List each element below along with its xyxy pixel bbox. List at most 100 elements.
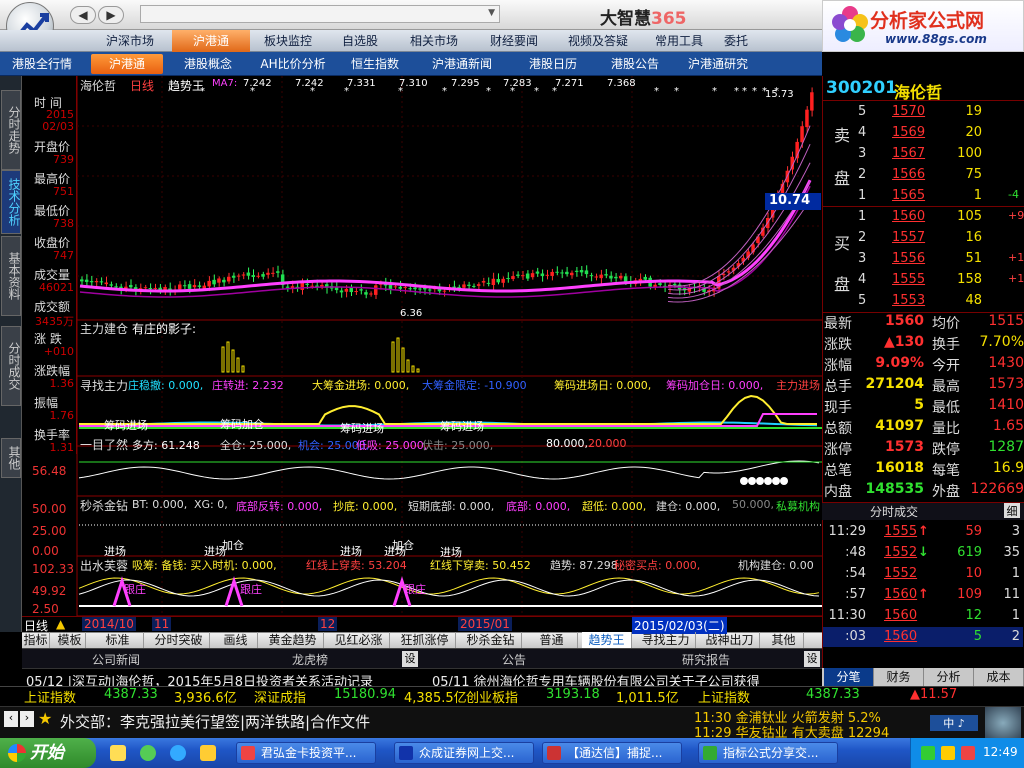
ask-price[interactable]: 1566 — [892, 167, 925, 182]
sub-tab[interactable]: 恒生指数 — [342, 54, 408, 74]
panel3-value: 庄转进: 2.232 — [212, 379, 284, 392]
tray-icon[interactable] — [921, 746, 935, 760]
main-tab[interactable]: 视频及答疑 — [554, 30, 642, 52]
news-settings-button-2[interactable]: 设 — [804, 651, 820, 667]
taskbar-item[interactable]: 君弘金卡投资平... — [236, 742, 376, 764]
news-ticker-text[interactable]: 外交部：李克强拉美行望签|两洋铁路|合作文件 — [60, 711, 370, 732]
tool-tab[interactable]: 寻找主力 — [636, 632, 696, 648]
tick-price[interactable]: 1552 — [884, 566, 917, 581]
candle-body — [202, 285, 206, 289]
back-button[interactable]: ◀ — [70, 6, 96, 24]
main-tab[interactable]: 常用工具 — [642, 30, 716, 52]
research-report-tab[interactable]: 研究报告 — [682, 651, 730, 668]
quicklaunch-icon[interactable] — [110, 745, 126, 761]
divider — [822, 206, 1024, 207]
quicklaunch-icon[interactable] — [170, 745, 186, 761]
candle-body — [619, 275, 623, 279]
main-tab[interactable]: 板块监控 — [250, 30, 326, 52]
tool-tab[interactable]: 标准 — [92, 632, 144, 648]
app-icon — [241, 746, 255, 760]
tool-tab[interactable]: 秒杀金钻 — [460, 632, 522, 648]
main-tab[interactable]: 委托 — [716, 30, 756, 52]
main-tab[interactable]: 财经要闻 — [474, 30, 554, 52]
quicklaunch-icon[interactable] — [200, 745, 216, 761]
main-tab[interactable]: 沪深市场 — [90, 30, 170, 52]
tool-tab[interactable]: 狂抓涨停 — [394, 632, 456, 648]
ask-price[interactable]: 1570 — [892, 104, 925, 119]
sub-tab[interactable]: 沪港通 — [91, 54, 163, 74]
news-settings-button[interactable]: 设 — [402, 651, 418, 667]
taskbar-item[interactable]: 指标公式分享交... — [698, 742, 838, 764]
side-tab[interactable]: 分时成交 — [1, 326, 21, 406]
tool-tab[interactable]: 战神出刀 — [700, 632, 760, 648]
quote-label: 涨跌 — [824, 337, 852, 353]
side-tab[interactable]: 其他 — [1, 438, 21, 478]
tool-tab[interactable]: 普通 — [526, 632, 578, 648]
sub-tab[interactable]: 港股日历 — [516, 54, 590, 74]
tick-price[interactable]: 1555 — [884, 524, 917, 539]
index-name[interactable]: 创业板指 — [466, 687, 518, 706]
tool-tab[interactable]: 指标 — [22, 632, 50, 648]
kline-chart[interactable]: * * * * * * * * * * * * * * * * * * — [22, 76, 822, 632]
side-tab[interactable]: 基本资料 — [1, 236, 21, 316]
side-tab[interactable]: 技术分析 — [1, 170, 21, 234]
right-tab[interactable]: 成本 — [974, 668, 1024, 686]
taskbar-item[interactable]: 【通达信】捕捉... — [542, 742, 682, 764]
tool-tab[interactable]: 画线 — [214, 632, 258, 648]
bid-price[interactable]: 1555 — [892, 272, 925, 287]
tick-price[interactable]: 1560 — [884, 587, 917, 602]
sub-tab[interactable]: 沪港通新闻 — [417, 54, 507, 74]
tick-price[interactable]: 1560 — [884, 629, 917, 644]
index-change: ▲11.57 — [910, 687, 958, 702]
dragon-tiger-tab[interactable]: 龙虎榜 — [292, 651, 328, 668]
ime-indicator[interactable]: 中 ♪ — [930, 715, 978, 731]
announcement-tab[interactable]: 公告 — [502, 651, 526, 668]
bid-price[interactable]: 1553 — [892, 293, 925, 308]
tool-tab[interactable]: 见红必涨 — [328, 632, 390, 648]
taskbar-item[interactable]: 众成证券网上交... — [394, 742, 534, 764]
tool-tab[interactable]: 模板 — [54, 632, 86, 648]
forward-button[interactable]: ▶ — [98, 6, 124, 24]
sub-tab[interactable]: 港股全行情 — [2, 54, 82, 74]
ticker-right-arrow-icon[interactable]: › — [20, 711, 34, 727]
ticker-left-arrow-icon[interactable]: ‹ — [4, 711, 18, 727]
tick-price[interactable]: 1552 — [884, 545, 917, 560]
ask-volume: 20 — [965, 125, 982, 140]
quicklaunch-icon[interactable] — [140, 745, 156, 761]
ask-price[interactable]: 1569 — [892, 125, 925, 140]
tray-icon[interactable] — [961, 746, 975, 760]
index-name[interactable]: 上证指数 — [698, 687, 750, 706]
right-tab[interactable]: 分笔 — [824, 668, 874, 686]
company-news-tab[interactable]: 公司新闻 — [92, 651, 140, 668]
detail-button[interactable]: 细 — [1004, 503, 1020, 518]
panel3-mark: 筹码加仓 — [220, 418, 264, 431]
main-tab[interactable]: 自选股 — [326, 30, 394, 52]
tray-icon[interactable] — [941, 746, 955, 760]
candle-body — [153, 287, 157, 289]
ask-price[interactable]: 1567 — [892, 146, 925, 161]
bid-price[interactable]: 1557 — [892, 230, 925, 245]
tool-tab[interactable]: 其他 — [764, 632, 804, 648]
sub-tab[interactable]: AH比价分析 — [253, 54, 333, 74]
sub-tab[interactable]: 港股公告 — [599, 54, 671, 74]
candle-body — [99, 281, 104, 283]
main-tab[interactable]: 相关市场 — [394, 30, 474, 52]
tick-price[interactable]: 1560 — [884, 608, 917, 623]
side-tab[interactable]: 分时走势 — [1, 90, 21, 170]
bid-price[interactable]: 1556 — [892, 251, 925, 266]
tool-tab[interactable]: 分时突破 — [148, 632, 210, 648]
right-tab[interactable]: 分析 — [924, 668, 974, 686]
sub-tab[interactable]: 港股概念 — [172, 54, 244, 74]
bid-price[interactable]: 1560 — [892, 209, 925, 224]
candle-body — [315, 285, 319, 287]
quote-label: 最高 — [932, 379, 960, 395]
search-input[interactable]: ▼ — [140, 5, 500, 23]
main-tab[interactable]: 沪港通 — [172, 30, 250, 52]
ask-price[interactable]: 1565 — [892, 188, 925, 203]
index-name[interactable]: 深证成指 — [254, 687, 306, 706]
tool-tab[interactable]: 黄金趋势 — [262, 632, 324, 648]
tool-tab[interactable]: 趋势王 — [582, 632, 632, 648]
sub-tab[interactable]: 沪港通研究 — [680, 54, 756, 74]
right-tab[interactable]: 财务 — [874, 668, 924, 686]
index-name[interactable]: 上证指数 — [24, 687, 76, 706]
